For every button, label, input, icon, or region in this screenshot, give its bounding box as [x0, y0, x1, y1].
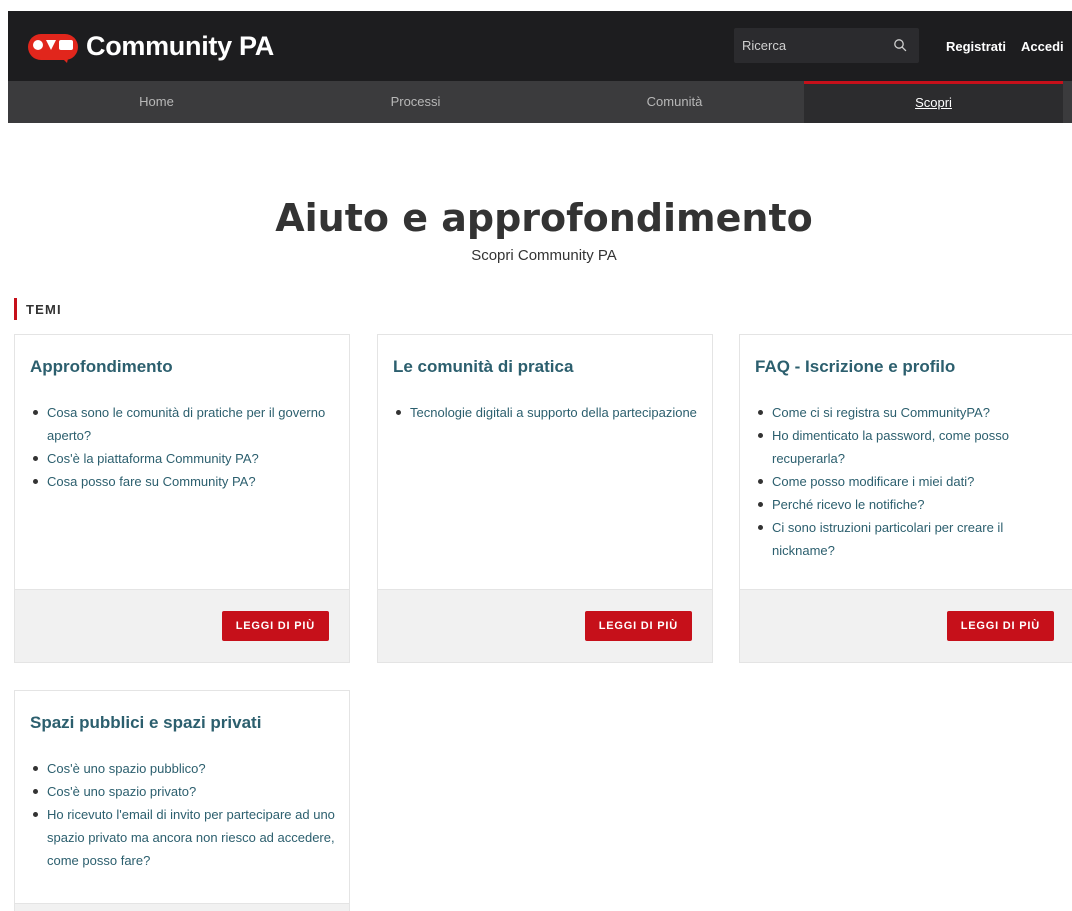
read-more-button[interactable]: LEGGI DI PIÙ — [946, 611, 1054, 641]
card-title[interactable]: Le comunità di pratica — [393, 357, 573, 377]
card-link[interactable]: Ho dimenticato la password, come posso r… — [755, 424, 1065, 470]
card-link[interactable]: Cosa posso fare su Community PA? — [30, 470, 340, 493]
search-input[interactable] — [734, 28, 884, 63]
site-logo[interactable]: Community PA — [28, 31, 274, 63]
ova-logo-icon — [28, 32, 78, 63]
nav-item-label: Processi — [390, 94, 441, 109]
section-title: TEMI — [26, 301, 62, 317]
topic-card: Spazi pubblici e spazi privati Cos'è uno… — [14, 690, 350, 911]
card-link[interactable]: Cosa sono le comunità di pratiche per il… — [30, 401, 340, 447]
nav-item-label: Comunità — [646, 94, 703, 109]
nav-item-scopri[interactable]: Scopri — [804, 81, 1063, 123]
topic-card: FAQ - Iscrizione e profilo Come ci si re… — [739, 334, 1072, 663]
read-more-button[interactable]: LEGGI DI PIÙ — [584, 611, 692, 641]
card-title[interactable]: Spazi pubblici e spazi privati — [30, 713, 261, 733]
card-link[interactable]: Cos'è uno spazio pubblico? — [30, 757, 340, 780]
search-box — [734, 28, 919, 63]
card-link[interactable]: Ci sono istruzioni particolari per crear… — [755, 516, 1065, 562]
page-subtitle: Scopri Community PA — [471, 247, 617, 264]
nav-item-processi[interactable]: Processi — [286, 81, 545, 123]
card-footer: LEGGI DI PIÙ — [740, 589, 1072, 662]
card-link-list: Tecnologie digitali a supporto della par… — [393, 401, 703, 424]
card-link[interactable]: Come ci si registra su CommunityPA? — [755, 401, 1065, 424]
card-link[interactable]: Cos'è la piattaforma Community PA? — [30, 447, 340, 470]
search-icon[interactable] — [893, 38, 907, 52]
nav-item-label: Scopri — [915, 95, 952, 110]
register-link[interactable]: Registrati — [946, 39, 1006, 54]
card-footer: LEGGI DI PIÙ — [378, 589, 712, 662]
section-header: TEMI — [14, 298, 62, 320]
nav-item-comunita[interactable]: Comunità — [545, 81, 804, 123]
top-header: Community PA Registrati Accedi — [8, 11, 1072, 81]
brand-name: Community PA — [86, 31, 274, 61]
card-link[interactable]: Ho ricevuto l'email di invito per partec… — [30, 803, 340, 872]
card-link-list: Cos'è uno spazio pubblico? Cos'è uno spa… — [30, 757, 340, 872]
topic-card: Approfondimento Cosa sono le comunità di… — [14, 334, 350, 663]
card-footer: LEGGI DI PIÙ — [15, 589, 349, 662]
read-more-button[interactable]: LEGGI DI PIÙ — [221, 611, 329, 641]
nav-item-home[interactable]: Home — [27, 81, 286, 123]
card-link[interactable]: Perché ricevo le notifiche? — [755, 493, 1065, 516]
page-title: Aiuto e approfondimento — [275, 196, 813, 240]
card-link-list: Cosa sono le comunità di pratiche per il… — [30, 401, 340, 493]
login-link[interactable]: Accedi — [1021, 39, 1064, 54]
card-link-list: Come ci si registra su CommunityPA? Ho d… — [755, 401, 1065, 562]
main-nav: Home Processi Comunità Scopri — [8, 81, 1072, 123]
card-footer — [15, 903, 349, 911]
section-accent-bar — [14, 298, 17, 320]
card-link[interactable]: Cos'è uno spazio privato? — [30, 780, 340, 803]
card-link[interactable]: Come posso modificare i miei dati? — [755, 470, 1065, 493]
nav-item-label: Home — [139, 94, 174, 109]
card-link[interactable]: Tecnologie digitali a supporto della par… — [393, 401, 703, 424]
card-title[interactable]: FAQ - Iscrizione e profilo — [755, 357, 955, 377]
topic-card: Le comunità di pratica Tecnologie digita… — [377, 334, 713, 663]
card-title[interactable]: Approfondimento — [30, 357, 173, 377]
